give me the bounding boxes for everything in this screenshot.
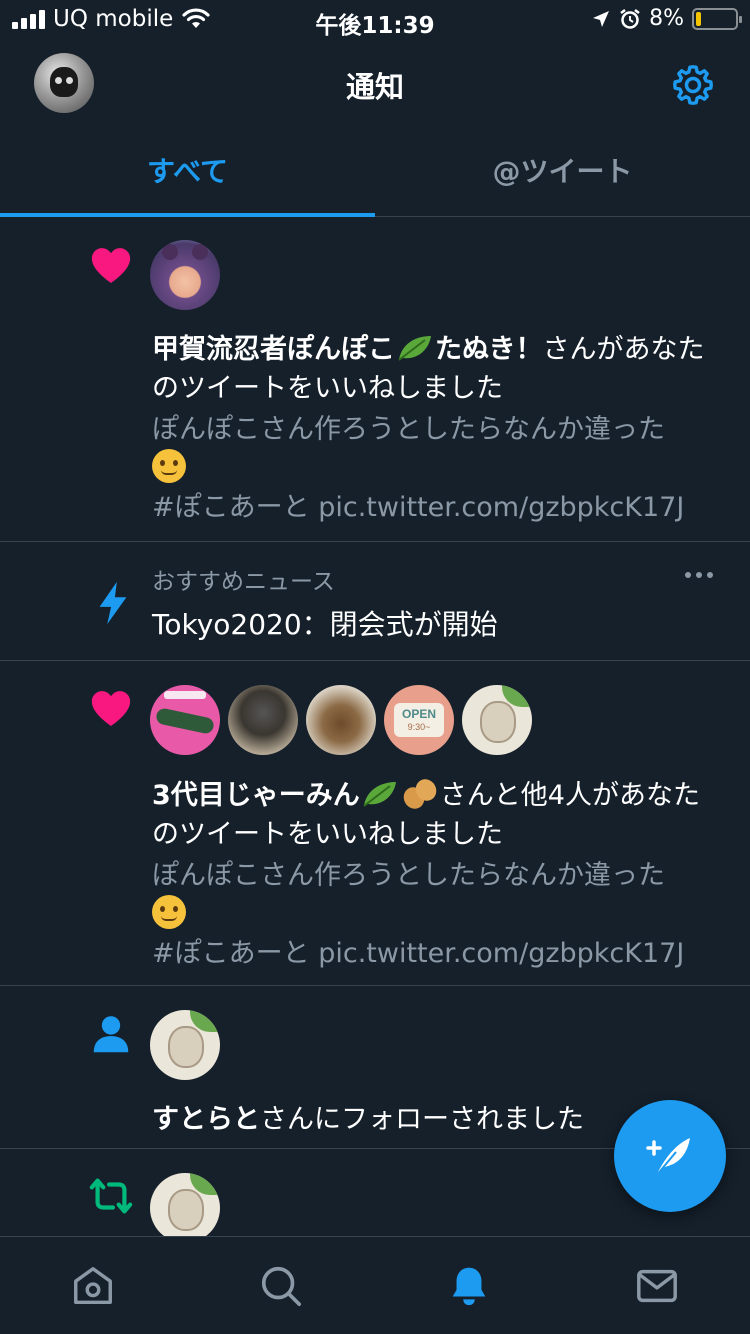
tear-smile-emoji-icon xyxy=(152,449,186,483)
header: 通知 xyxy=(0,40,750,130)
tweet-text: ぽんぽこさん作ろうとしたらなんか違った xyxy=(152,860,665,891)
page-title: 通知 xyxy=(345,70,404,104)
avatar[interactable] xyxy=(228,685,298,755)
avatar-sign-text: OPEN xyxy=(401,707,436,721)
lightning-icon xyxy=(99,581,127,625)
status-bar: UQ mobile 午後11:39 8% xyxy=(0,0,750,40)
avatar[interactable] xyxy=(150,1010,220,1080)
user-name-suffix[interactable]: たぬき！ xyxy=(435,334,542,365)
avatar-sign-hours: 9:30~ xyxy=(407,722,431,732)
tab-bar: すべて @ツイート xyxy=(0,130,750,217)
tweet-tags[interactable]: #ぽこあーと pic.twitter.com/gzbpkcK17J xyxy=(152,938,684,969)
retweet-icon xyxy=(89,1178,133,1214)
heart-icon xyxy=(91,248,131,284)
tab-mentions[interactable]: @ツイート xyxy=(375,130,750,216)
news-label: おすすめニュース xyxy=(152,569,335,595)
tear-smile-emoji-icon xyxy=(152,895,186,929)
location-icon xyxy=(593,10,610,27)
avatar-group xyxy=(150,1010,220,1080)
person-icon xyxy=(93,1016,129,1053)
alarm-icon xyxy=(620,8,640,29)
leaf-icon xyxy=(363,782,396,807)
action-text: さんにフォローされました xyxy=(260,1104,584,1135)
avatar[interactable] xyxy=(150,240,220,310)
avatar-group: OPEN 9:30~ xyxy=(150,685,532,755)
news-title[interactable]: Tokyo2020：閉会式が開始 xyxy=(152,603,498,643)
heart-icon xyxy=(91,691,131,727)
compose-button[interactable] xyxy=(614,1100,726,1212)
battery-icon xyxy=(692,7,742,30)
tweet-preview: ぽんぽこさん作ろうとしたらなんか違った #ぽこあーと pic.twitter.c… xyxy=(152,856,710,973)
user-name[interactable]: 3代目じゃーみん xyxy=(152,780,360,811)
compose-icon xyxy=(646,1138,690,1177)
mail-icon[interactable] xyxy=(634,1263,680,1309)
bottom-nav xyxy=(0,1236,750,1334)
status-right: 8% xyxy=(591,6,742,31)
notification-text: 3代目じゃーみん さんと他4人があなたのツイートをいいねしました xyxy=(152,776,710,854)
notification-text: 甲賀流忍者ぽんぽこ たぬき！さんがあなたのツイートをいいねしました xyxy=(152,330,710,408)
avatar-group xyxy=(150,1173,220,1243)
settings-icon[interactable] xyxy=(670,62,716,108)
tweet-preview: ぽんぽこさん作ろうとしたらなんか違った #ぽこあーと pic.twitter.c… xyxy=(152,410,710,527)
more-icon[interactable] xyxy=(684,570,714,580)
home-icon[interactable] xyxy=(70,1263,116,1309)
notification-like[interactable]: 甲賀流忍者ぽんぽこ たぬき！さんがあなたのツイートをいいねしました ぽんぽこさん作… xyxy=(0,218,750,542)
avatar[interactable] xyxy=(150,685,220,755)
tweet-tags[interactable]: #ぽこあーと pic.twitter.com/gzbpkcK17J xyxy=(152,492,684,523)
avatar[interactable] xyxy=(150,1173,220,1243)
peanut-icon xyxy=(403,779,437,809)
avatar[interactable] xyxy=(306,685,376,755)
leaf-icon xyxy=(398,336,431,361)
notification-news[interactable]: おすすめニュース Tokyo2020：閉会式が開始 xyxy=(0,542,750,661)
avatar[interactable] xyxy=(462,685,532,755)
user-name[interactable]: 甲賀流忍者ぽんぽこ xyxy=(152,334,395,365)
tab-all[interactable]: すべて xyxy=(0,130,375,217)
search-icon[interactable] xyxy=(258,1263,304,1309)
bell-icon[interactable] xyxy=(446,1263,492,1309)
battery-percent: 8% xyxy=(649,6,684,31)
notification-feed: 甲賀流忍者ぽんぽこ たぬき！さんがあなたのツイートをいいねしました ぽんぽこさん作… xyxy=(0,218,750,1243)
tweet-text: ぽんぽこさん作ろうとしたらなんか違った xyxy=(152,414,665,445)
avatar[interactable]: OPEN 9:30~ xyxy=(384,685,454,755)
avatar-group xyxy=(150,240,220,310)
user-name[interactable]: すとらと xyxy=(152,1104,260,1135)
notification-like[interactable]: OPEN 9:30~ 3代目じゃーみん さんと他4人があなたのツイートをいいねしま… xyxy=(0,661,750,986)
